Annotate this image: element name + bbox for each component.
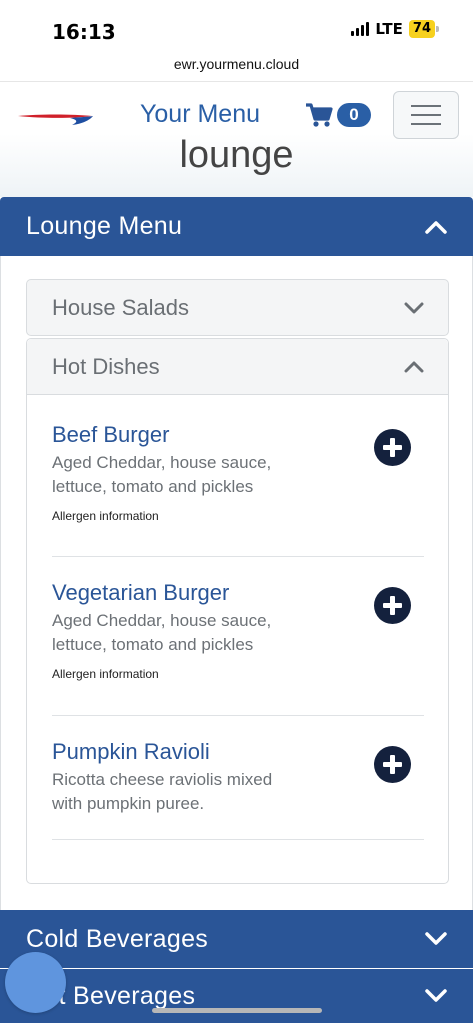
status-indicators: LTE 74: [351, 20, 439, 38]
status-bar: 16:13 LTE 74: [0, 0, 473, 50]
airline-logo-icon[interactable]: [18, 108, 94, 128]
battery-icon: 74: [408, 20, 439, 38]
dish-name[interactable]: Beef Burger: [52, 421, 424, 449]
category-hot-dishes: Hot Dishes Beef Burger Aged Cheddar, hou…: [26, 338, 449, 884]
hamburger-icon: [411, 105, 441, 107]
chevron-up-icon: [404, 361, 424, 373]
url-text: ewr.yourmenu.cloud: [173, 56, 300, 72]
divider: [52, 556, 424, 557]
lounge-menu-label: Lounge Menu: [26, 212, 183, 240]
cart-icon: [306, 103, 333, 127]
battery-level: 74: [408, 20, 435, 38]
network-label: LTE: [375, 20, 403, 38]
address-bar[interactable]: ewr.yourmenu.cloud: [0, 50, 473, 82]
category-title: Hot Dishes: [52, 354, 160, 379]
floating-action-button[interactable]: [5, 952, 66, 1013]
add-to-cart-button[interactable]: [374, 587, 411, 624]
cold-beverages-header[interactable]: Cold Beverages: [0, 910, 473, 968]
page-title: lounge: [179, 134, 294, 176]
home-indicator[interactable]: [152, 1008, 322, 1013]
dish-name[interactable]: Vegetarian Burger: [52, 579, 424, 607]
chevron-down-icon: [404, 302, 424, 314]
dish-description: Ricotta cheese raviolis mixed with pumpk…: [52, 770, 273, 813]
chevron-down-icon: [425, 989, 447, 1002]
dish-name[interactable]: Pumpkin Ravioli: [52, 738, 424, 766]
lounge-menu-panel: House Salads Hot Dishes Beef Burger Aged…: [0, 256, 473, 910]
lounge-menu-header[interactable]: Lounge Menu: [0, 197, 473, 256]
category-title: House Salads: [52, 295, 189, 320]
hamburger-menu-button[interactable]: [393, 91, 459, 139]
add-to-cart-button[interactable]: [374, 746, 411, 783]
cart-count-badge: 0: [337, 103, 371, 127]
divider: [52, 715, 424, 716]
site-header: Your Menu 0 lounge: [0, 82, 473, 197]
status-time: 16:13: [52, 20, 116, 44]
dish-description: Aged Cheddar, house sauce, lettuce, toma…: [52, 453, 272, 496]
hot-beverages-header[interactable]: Hot Beverages: [0, 969, 473, 1023]
chevron-down-icon: [425, 932, 447, 945]
signal-icon: [351, 22, 370, 36]
list-item: Vegetarian Burger Aged Cheddar, house sa…: [52, 579, 424, 681]
cart-button[interactable]: 0: [305, 102, 371, 128]
category-house-salads[interactable]: House Salads: [26, 279, 449, 336]
list-item: Beef Burger Aged Cheddar, house sauce, l…: [52, 421, 424, 523]
allergen-link[interactable]: Allergen information: [52, 667, 424, 681]
allergen-link[interactable]: Allergen information: [52, 509, 424, 523]
brand-title[interactable]: Your Menu: [140, 100, 260, 129]
category-hot-dishes-header[interactable]: Hot Dishes: [27, 339, 448, 395]
chevron-up-icon: [425, 220, 447, 234]
section-label: Cold Beverages: [26, 924, 209, 953]
divider: [52, 839, 424, 840]
add-to-cart-button[interactable]: [374, 429, 411, 466]
list-item: Pumpkin Ravioli Ricotta cheese raviolis …: [52, 738, 424, 816]
dish-description: Aged Cheddar, house sauce, lettuce, toma…: [52, 611, 272, 654]
